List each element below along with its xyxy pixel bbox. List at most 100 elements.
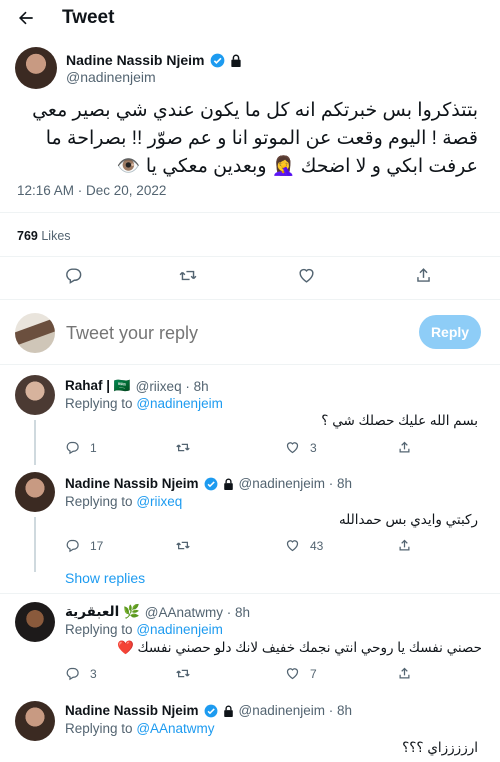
replying-to-label: Replying to <box>65 396 133 411</box>
share-action[interactable] <box>397 440 412 455</box>
like-action[interactable]: 43 <box>285 538 323 553</box>
tweet-text-line: قصة ! اليوم وقعت عن الموتو انا و عم صوّر… <box>45 128 478 149</box>
reply-button[interactable]: Reply <box>419 315 481 349</box>
reply-text: بسم الله عليك حصلك شي ؟ <box>321 413 478 428</box>
avatar[interactable] <box>15 472 55 512</box>
reply-count: 17 <box>90 538 104 553</box>
divider <box>0 212 500 213</box>
reply-header: Nadine Nassib Njeim @nadinenjeim · 8h <box>65 703 352 718</box>
retweet-action[interactable] <box>178 266 198 290</box>
reply-author-name[interactable]: Nadine Nassib Njeim <box>65 703 199 718</box>
retweet-action[interactable] <box>175 440 191 455</box>
reply-text: ارززززاي ؟؟؟ <box>402 740 478 755</box>
reply-action[interactable]: 1 <box>65 440 97 455</box>
reply-author-handle[interactable]: @riixeq · 8h <box>136 379 209 394</box>
replying-to-link[interactable]: @riixeq <box>136 494 182 509</box>
replying-to-link[interactable]: @AAnatwmy <box>136 721 214 736</box>
replying-to-link[interactable]: @nadinenjeim <box>136 622 223 637</box>
share-action[interactable] <box>397 666 412 681</box>
lock-icon <box>230 54 241 67</box>
divider <box>0 364 500 365</box>
back-button[interactable] <box>14 6 38 30</box>
retweet-icon <box>179 270 197 281</box>
replying-to-link[interactable]: @nadinenjeim <box>136 396 223 411</box>
avatar[interactable] <box>15 602 55 642</box>
likes-summary[interactable]: 769 Likes <box>17 229 71 243</box>
author-name[interactable]: Nadine Nassib Njeim <box>66 52 205 68</box>
thread-line <box>34 517 36 572</box>
divider <box>0 299 500 300</box>
share-icon <box>399 441 410 453</box>
reply-text: حصني نفسك يا روحي انتي نجمك خفيف لانك دل… <box>117 640 482 655</box>
avatar[interactable] <box>15 375 55 415</box>
tweet-text: بتتذكروا بس خبرتكم انه كل ما يكون عندي ش… <box>8 97 478 181</box>
reply-author-handle[interactable]: @AAnatwmy · 8h <box>145 605 250 620</box>
verified-badge-icon <box>204 704 217 717</box>
reply-text: ركبتي وايدي بس حمدالله <box>338 512 478 527</box>
tweet-timestamp[interactable]: 12:16 AM · Dec 20, 2022 <box>17 183 166 198</box>
heart-icon <box>286 540 299 552</box>
comment-icon <box>66 667 79 681</box>
lock-icon <box>223 478 233 490</box>
like-count: 3 <box>310 440 317 455</box>
likes-label: Likes <box>41 229 71 243</box>
author-name-row: Nadine Nassib Njeim <box>66 52 242 68</box>
retweet-action[interactable] <box>175 538 191 553</box>
share-action[interactable] <box>414 266 433 290</box>
tweet-actions <box>0 266 500 288</box>
heart-icon <box>299 268 314 283</box>
reply-action[interactable]: 3 <box>65 666 97 681</box>
my-avatar <box>15 313 55 353</box>
reply-author-handle[interactable]: @nadinenjeim · 8h <box>239 476 353 491</box>
author-avatar[interactable] <box>15 47 57 89</box>
replying-to-label: Replying to <box>65 622 133 637</box>
reply-header: Nadine Nassib Njeim @nadinenjeim · 8h <box>65 476 352 491</box>
comment-icon <box>66 268 82 284</box>
verified-badge-icon <box>204 477 217 490</box>
reply-count: 3 <box>90 666 97 681</box>
like-count: 43 <box>310 538 324 553</box>
reply-actions: 17 43 <box>65 538 485 556</box>
retweet-icon <box>176 443 190 452</box>
tweet-text-line: عرفت ابكي و لا اضحك 🤦‍♀️ وبعدين معكي يا … <box>116 156 478 177</box>
heart-icon <box>286 668 299 680</box>
retweet-icon <box>176 669 190 678</box>
reply-header: العبقرية 🌿 @AAnatwmy · 8h <box>65 604 250 620</box>
like-action[interactable]: 3 <box>285 440 317 455</box>
avatar[interactable] <box>15 701 55 741</box>
reply-input[interactable] <box>66 319 406 347</box>
reply-actions: 1 3 <box>65 440 485 458</box>
reply-author-name[interactable]: العبقرية 🌿 <box>65 604 140 620</box>
like-count: 7 <box>310 666 317 681</box>
divider <box>0 593 500 594</box>
retweet-action[interactable] <box>175 666 191 681</box>
share-icon <box>399 539 410 551</box>
comment-icon <box>66 539 79 553</box>
author-handle[interactable]: @nadinenjeim <box>66 69 156 85</box>
replying-to: Replying to @AAnatwmy <box>65 721 215 736</box>
top-bar: Tweet <box>0 0 500 36</box>
likes-count: 769 <box>17 229 38 243</box>
reply-header: Rahaf | 🇸🇦 @riixeq · 8h <box>65 378 209 394</box>
heart-icon <box>286 442 299 454</box>
thread-line <box>34 420 36 465</box>
replying-to: Replying to @riixeq <box>65 494 182 509</box>
divider <box>0 256 500 257</box>
reply-author-name[interactable]: Rahaf | 🇸🇦 <box>65 378 131 394</box>
share-action[interactable] <box>397 538 412 553</box>
reply-author-name[interactable]: Nadine Nassib Njeim <box>65 476 199 491</box>
like-action[interactable]: 7 <box>285 666 317 681</box>
page-title: Tweet <box>62 7 115 28</box>
arrow-left-icon <box>19 11 33 25</box>
verified-badge-icon <box>210 53 224 67</box>
reply-action[interactable] <box>64 266 83 290</box>
share-icon <box>417 268 430 282</box>
reply-author-handle[interactable]: @nadinenjeim · 8h <box>239 703 353 718</box>
reply-action[interactable]: 17 <box>65 538 103 553</box>
show-replies-link[interactable]: Show replies <box>65 570 145 586</box>
like-action[interactable] <box>297 266 316 290</box>
replying-to-label: Replying to <box>65 721 133 736</box>
retweet-icon <box>176 541 190 550</box>
replying-to: Replying to @nadinenjeim <box>65 622 223 637</box>
replying-to: Replying to @nadinenjeim <box>65 396 223 411</box>
